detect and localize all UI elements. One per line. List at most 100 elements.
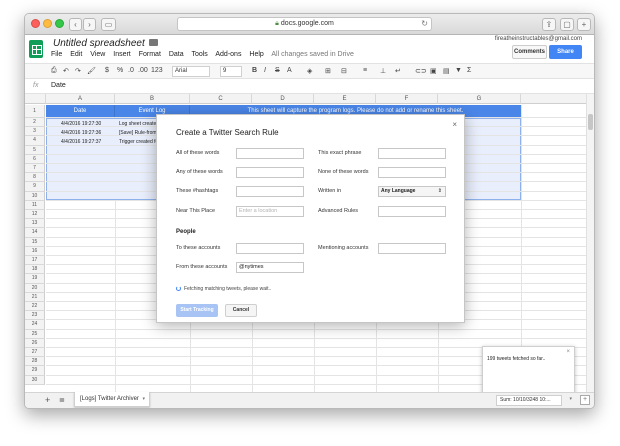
- row-header[interactable]: 26: [25, 338, 45, 348]
- folder-icon[interactable]: [149, 39, 158, 46]
- mentioning-input[interactable]: [378, 243, 446, 254]
- row-header[interactable]: 25: [25, 329, 45, 339]
- more-formats[interactable]: 123: [151, 67, 163, 74]
- tabs-overview-icon[interactable]: ▢: [560, 18, 574, 31]
- column-header-a[interactable]: A: [46, 94, 115, 104]
- column-header-c[interactable]: C: [190, 94, 252, 104]
- row-header[interactable]: 14: [25, 228, 45, 238]
- filter-icon[interactable]: ▼: [455, 67, 462, 74]
- hashtags-input[interactable]: [236, 186, 304, 197]
- near-place-input[interactable]: Enter a location: [236, 206, 304, 217]
- column-header-g[interactable]: G: [438, 94, 521, 104]
- borders-icon[interactable]: ⊞: [325, 67, 331, 75]
- chart-icon[interactable]: ▤: [443, 67, 450, 75]
- functions-icon[interactable]: Σ: [467, 67, 471, 74]
- row-header[interactable]: 19: [25, 274, 45, 284]
- sum-indicator[interactable]: Sum: 10/10/3248 10:...: [496, 395, 562, 406]
- column-header-f[interactable]: F: [376, 94, 438, 104]
- row-header[interactable]: 4: [25, 136, 45, 146]
- select-all-corner[interactable]: [25, 94, 46, 104]
- row-header[interactable]: 16: [25, 246, 45, 256]
- row-header[interactable]: 1: [25, 105, 45, 118]
- row-header[interactable]: 22: [25, 302, 45, 312]
- row-header[interactable]: 3: [25, 127, 45, 137]
- row-header[interactable]: 11: [25, 200, 45, 210]
- row-header[interactable]: 21: [25, 292, 45, 302]
- menu-tools[interactable]: Tools: [191, 51, 207, 58]
- zoom-window-button[interactable]: [55, 19, 64, 28]
- close-icon[interactable]: ×: [566, 349, 570, 355]
- row-header[interactable]: 23: [25, 311, 45, 321]
- menu-file[interactable]: File: [51, 51, 62, 58]
- from-accounts-input[interactable]: @nytimes: [236, 262, 304, 273]
- comments-button[interactable]: Comments: [512, 45, 547, 59]
- all-sheets-icon[interactable]: ≣: [59, 396, 65, 404]
- link-icon[interactable]: ⊂⊃: [415, 67, 427, 75]
- font-select[interactable]: Arial: [172, 66, 210, 77]
- any-words-input[interactable]: [236, 167, 304, 178]
- redo-icon[interactable]: ↷: [75, 67, 81, 75]
- sheets-logo-icon[interactable]: [29, 40, 43, 58]
- row-header[interactable]: 8: [25, 173, 45, 183]
- exact-phrase-input[interactable]: [378, 148, 446, 159]
- row-header[interactable]: 6: [25, 154, 45, 164]
- row-header[interactable]: 20: [25, 283, 45, 293]
- all-words-input[interactable]: [236, 148, 304, 159]
- font-size-select[interactable]: 9: [220, 66, 242, 77]
- menu-insert[interactable]: Insert: [113, 51, 131, 58]
- forward-button[interactable]: ›: [83, 18, 96, 31]
- strikethrough-icon[interactable]: S: [275, 67, 280, 74]
- menu-view[interactable]: View: [90, 51, 105, 58]
- language-select[interactable]: Any Language ⇕: [378, 186, 446, 197]
- row-header[interactable]: 2: [25, 118, 45, 128]
- to-accounts-input[interactable]: [236, 243, 304, 254]
- account-email[interactable]: fireatheinstructables@gmail.com: [495, 36, 582, 42]
- italic-icon[interactable]: I: [264, 67, 266, 74]
- vertical-scrollbar[interactable]: [586, 94, 594, 394]
- row-header[interactable]: 27: [25, 348, 45, 358]
- row-header[interactable]: 9: [25, 182, 45, 192]
- column-header-e[interactable]: E: [314, 94, 376, 104]
- back-button[interactable]: ‹: [69, 18, 82, 31]
- chevron-down-icon[interactable]: ▾: [142, 392, 145, 406]
- menu-help[interactable]: Help: [249, 51, 263, 58]
- formula-bar[interactable]: fx Date: [25, 80, 594, 94]
- decrease-decimal[interactable]: .0: [128, 67, 134, 74]
- reload-icon[interactable]: ↻: [421, 18, 428, 30]
- formula-value[interactable]: Date: [51, 82, 66, 89]
- close-window-button[interactable]: [31, 19, 40, 28]
- scrollbar-thumb[interactable]: [588, 114, 593, 130]
- align-icon[interactable]: ≡: [363, 67, 367, 74]
- row-header[interactable]: 15: [25, 237, 45, 247]
- merge-cells-icon[interactable]: ⊟: [341, 67, 347, 75]
- sheet-tab-logs[interactable]: [Logs] Twitter Archiver ▾: [74, 392, 150, 407]
- row-header[interactable]: 30: [25, 375, 45, 385]
- row-header[interactable]: 24: [25, 320, 45, 330]
- percent-format[interactable]: %: [117, 67, 123, 74]
- save-status[interactable]: All changes saved in Drive: [271, 51, 354, 58]
- column-header-d[interactable]: D: [252, 94, 314, 104]
- add-sheet-icon[interactable]: +: [45, 395, 50, 405]
- valign-icon[interactable]: ⊥: [380, 67, 386, 75]
- minimize-window-button[interactable]: [43, 19, 52, 28]
- menu-addons[interactable]: Add-ons: [215, 51, 241, 58]
- currency-format[interactable]: $: [105, 67, 109, 74]
- cancel-button[interactable]: Cancel: [225, 304, 257, 317]
- close-icon[interactable]: ×: [452, 120, 457, 129]
- text-color-icon[interactable]: A: [287, 67, 292, 74]
- explore-icon[interactable]: +: [580, 395, 590, 405]
- paint-format-icon[interactable]: 🖌︎: [87, 67, 96, 75]
- share-page-icon[interactable]: ⇪: [542, 18, 556, 31]
- advanced-rules-input[interactable]: [378, 206, 446, 217]
- undo-icon[interactable]: ↶: [63, 67, 69, 75]
- start-tracking-button[interactable]: Start Tracking: [176, 304, 218, 317]
- fill-color-icon[interactable]: ◈: [307, 67, 312, 75]
- comment-icon[interactable]: ▣: [430, 67, 437, 75]
- address-bar[interactable]: 🔒︎ docs.google.com ↻: [177, 17, 432, 31]
- column-header-b[interactable]: B: [115, 94, 190, 104]
- new-tab-icon[interactable]: +: [577, 18, 591, 31]
- share-button[interactable]: Share: [549, 45, 582, 59]
- chevron-down-icon[interactable]: ▾: [569, 396, 572, 402]
- row-header[interactable]: 28: [25, 357, 45, 367]
- row-header[interactable]: 17: [25, 256, 45, 266]
